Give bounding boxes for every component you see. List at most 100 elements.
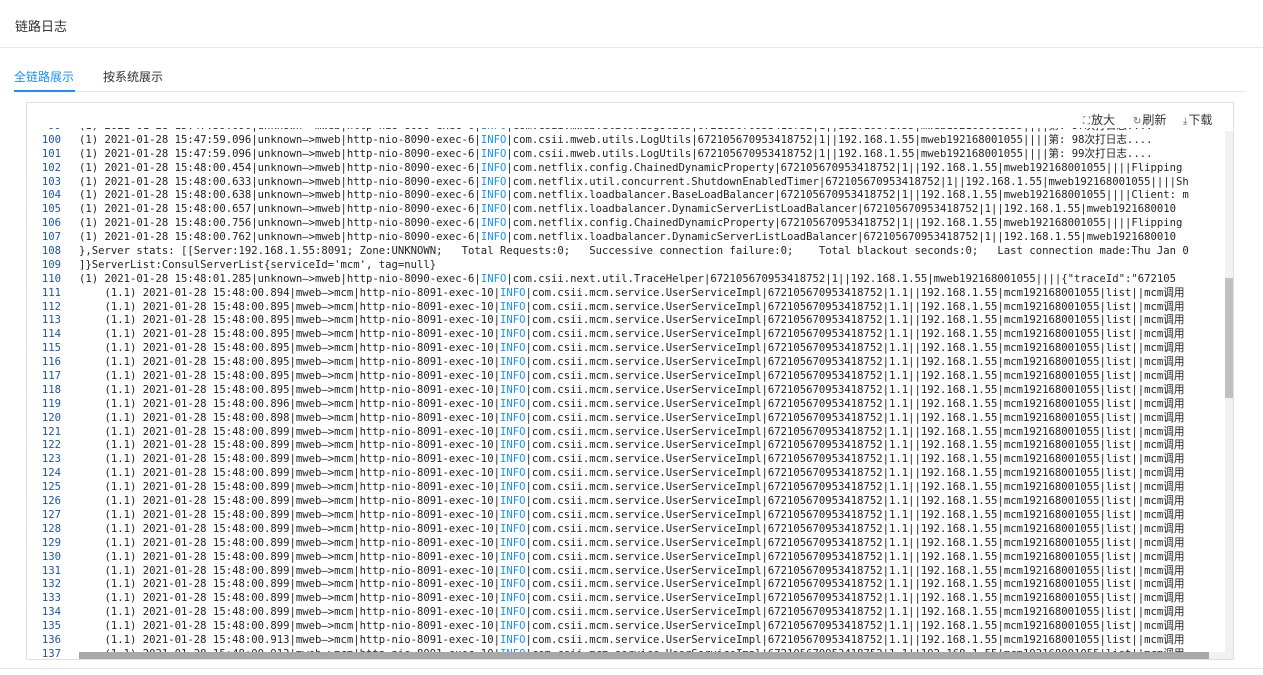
log-line: 118 (1.1) 2021-01-28 15:48:00.895|mweb—>…: [27, 384, 1189, 398]
active-tab-indicator: [14, 90, 75, 92]
line-number: 102: [41, 161, 61, 174]
log-toolbar: ⛶放大 ↻刷新 ⤓下载: [27, 103, 1233, 131]
horizontal-scroll-thumb[interactable]: [79, 652, 1209, 659]
log-line: 120 (1.1) 2021-01-28 15:48:00.898|mweb—>…: [27, 412, 1189, 426]
line-number: 121: [41, 425, 61, 438]
log-level: INFO: [499, 439, 526, 452]
log-panel: ⛶放大 ↻刷新 ⤓下载 99(1) 2021-01-28 15:47:59.09…: [26, 102, 1234, 660]
log-message: |com.netflix.config.ChainedDynamicProper…: [506, 217, 1183, 230]
log-content[interactable]: 99(1) 2021-01-28 15:47:59.096|unknown—>m…: [27, 128, 1227, 658]
log-level: INFO: [499, 342, 526, 355]
log-line: 116 (1.1) 2021-01-28 15:48:00.895|mweb—>…: [27, 356, 1189, 370]
log-prefix: (1.1) 2021-01-28 15:48:00.894|mweb—>mcm|…: [79, 286, 500, 299]
log-prefix: (1) 2021-01-28 15:48:00.762|unknown—>mwe…: [79, 231, 481, 244]
log-level: INFO: [499, 356, 526, 369]
log-level: INFO: [499, 606, 526, 619]
log-level: INFO: [480, 231, 507, 244]
log-prefix: (1) 2021-01-28 15:48:00.638|unknown—>mwe…: [79, 189, 481, 202]
log-message: |com.csii.mcm.service.UserServiceImpl|67…: [525, 383, 1185, 396]
line-number: 127: [41, 508, 61, 521]
vertical-scrollbar[interactable]: [1225, 131, 1233, 659]
log-prefix: (1.1) 2021-01-28 15:48:00.899|mweb—>mcm|…: [79, 550, 500, 563]
log-message: |com.csii.mcm.service.UserServiceImpl|67…: [525, 536, 1185, 549]
zoom-button[interactable]: ⛶放大: [1083, 111, 1115, 128]
log-level: INFO: [480, 217, 507, 230]
line-number: 103: [41, 175, 61, 188]
log-line: 128 (1.1) 2021-01-28 15:48:00.899|mweb—>…: [27, 523, 1189, 537]
log-line: 108},Server stats: [[Server:192.168.1.55…: [27, 245, 1189, 259]
log-line: 135 (1.1) 2021-01-28 15:48:00.899|mweb—>…: [27, 620, 1189, 634]
log-level: INFO: [499, 578, 526, 591]
log-line: 123 (1.1) 2021-01-28 15:48:00.899|mweb—>…: [27, 453, 1189, 467]
log-message: |com.netflix.util.concurrent.ShutdownEna…: [506, 175, 1189, 188]
log-level: INFO: [499, 495, 526, 508]
log-level: INFO: [499, 633, 526, 646]
log-line: 104 (1) 2021-01-28 15:48:00.638|unknown—>…: [27, 189, 1189, 203]
log-line: 102 (1) 2021-01-28 15:48:00.454|unknown—>…: [27, 162, 1189, 176]
log-level: INFO: [499, 564, 526, 577]
download-label: 下载: [1188, 113, 1213, 127]
log-line: 100 (1) 2021-01-28 15:47:59.096|unknown—>…: [27, 134, 1189, 148]
log-message: |com.csii.mcm.service.UserServiceImpl|67…: [525, 508, 1185, 521]
log-line: 113 (1.1) 2021-01-28 15:48:00.895|mweb—>…: [27, 314, 1189, 328]
log-message: |com.netflix.config.ChainedDynamicProper…: [506, 161, 1183, 174]
tab-full-chain[interactable]: 全链路展示: [14, 68, 74, 85]
log-prefix: (1.1) 2021-01-28 15:48:00.899|mweb—>mcm|…: [79, 564, 500, 577]
log-line: 133 (1.1) 2021-01-28 15:48:00.899|mweb—>…: [27, 592, 1189, 606]
refresh-label: 刷新: [1142, 113, 1167, 127]
log-level: INFO: [480, 175, 507, 188]
bottom-divider: [0, 668, 1263, 675]
log-prefix: (1.1) 2021-01-28 15:48:00.899|mweb—>mcm|…: [79, 439, 500, 452]
log-message: |com.csii.mcm.service.UserServiceImpl|67…: [525, 300, 1185, 313]
line-number: 137: [41, 647, 61, 658]
line-number: 109: [41, 258, 61, 271]
log-line: 115 (1.1) 2021-01-28 15:48:00.895|mweb—>…: [27, 342, 1189, 356]
log-message: |com.csii.mcm.service.UserServiceImpl|67…: [525, 453, 1185, 466]
log-prefix: (1.1) 2021-01-28 15:48:00.896|mweb—>mcm|…: [79, 397, 500, 410]
log-level: INFO: [499, 300, 526, 313]
log-prefix: (1) 2021-01-28 15:48:00.657|unknown—>mwe…: [79, 203, 481, 216]
line-number: 110: [41, 272, 61, 285]
line-number: 136: [41, 633, 61, 646]
log-message: |com.csii.mcm.service.UserServiceImpl|67…: [525, 633, 1185, 646]
line-number: 108: [41, 245, 61, 258]
line-number: 135: [41, 620, 61, 633]
log-prefix: (1) 2021-01-28 15:47:59.096|unknown—>mwe…: [79, 147, 481, 160]
log-line: 109]}ServerList:ConsulServerList{service…: [27, 259, 1189, 273]
line-number: 122: [41, 439, 61, 452]
line-number: 117: [41, 370, 61, 383]
log-prefix: (1.1) 2021-01-28 15:48:00.899|mweb—>mcm|…: [79, 508, 500, 521]
log-line: 101 (1) 2021-01-28 15:47:59.096|unknown—>…: [27, 148, 1189, 162]
log-line: 129 (1.1) 2021-01-28 15:48:00.899|mweb—>…: [27, 537, 1189, 551]
log-message: |com.netflix.loadbalancer.DynamicServerL…: [506, 231, 1177, 244]
log-prefix: (1) 2021-01-28 15:47:59.096|unknown—>mwe…: [79, 133, 481, 146]
vertical-scroll-thumb[interactable]: [1225, 278, 1233, 398]
log-level: INFO: [499, 467, 526, 480]
log-message: |com.csii.mcm.service.UserServiceImpl|67…: [525, 467, 1185, 480]
page-header: 链路日志: [0, 0, 1263, 48]
log-line: 136 (1.1) 2021-01-28 15:48:00.913|mweb—>…: [27, 634, 1189, 648]
expand-icon: ⛶: [1083, 116, 1090, 127]
log-prefix: (1.1) 2021-01-28 15:48:00.895|mweb—>mcm|…: [79, 328, 500, 341]
log-message: |com.csii.mcm.service.UserServiceImpl|67…: [525, 439, 1185, 452]
log-level: INFO: [480, 161, 507, 174]
log-message: |com.csii.mcm.service.UserServiceImpl|67…: [525, 481, 1185, 494]
log-message: |com.csii.mcm.service.UserServiceImpl|67…: [525, 397, 1185, 410]
line-number: 112: [41, 300, 61, 313]
line-number: 107: [41, 231, 61, 244]
log-level: INFO: [499, 314, 526, 327]
log-line: 132 (1.1) 2021-01-28 15:48:00.899|mweb—>…: [27, 578, 1189, 592]
log-line: 112 (1.1) 2021-01-28 15:48:00.895|mweb—>…: [27, 301, 1189, 315]
log-level: INFO: [499, 481, 526, 494]
line-number: 100: [41, 133, 61, 146]
refresh-button[interactable]: ↻刷新: [1133, 111, 1166, 128]
horizontal-scrollbar[interactable]: [79, 652, 1227, 659]
line-number: 123: [41, 453, 61, 466]
log-line: 125 (1.1) 2021-01-28 15:48:00.899|mweb—>…: [27, 481, 1189, 495]
log-line: 131 (1.1) 2021-01-28 15:48:00.899|mweb—>…: [27, 565, 1189, 579]
download-button[interactable]: ⤓下载: [1183, 111, 1212, 128]
tab-by-system[interactable]: 按系统展示: [103, 68, 163, 85]
log-prefix: (1.1) 2021-01-28 15:48:00.899|mweb—>mcm|…: [79, 495, 500, 508]
log-line: 127 (1.1) 2021-01-28 15:48:00.899|mweb—>…: [27, 509, 1189, 523]
log-prefix: (1.1) 2021-01-28 15:48:00.898|mweb—>mcm|…: [79, 411, 500, 424]
